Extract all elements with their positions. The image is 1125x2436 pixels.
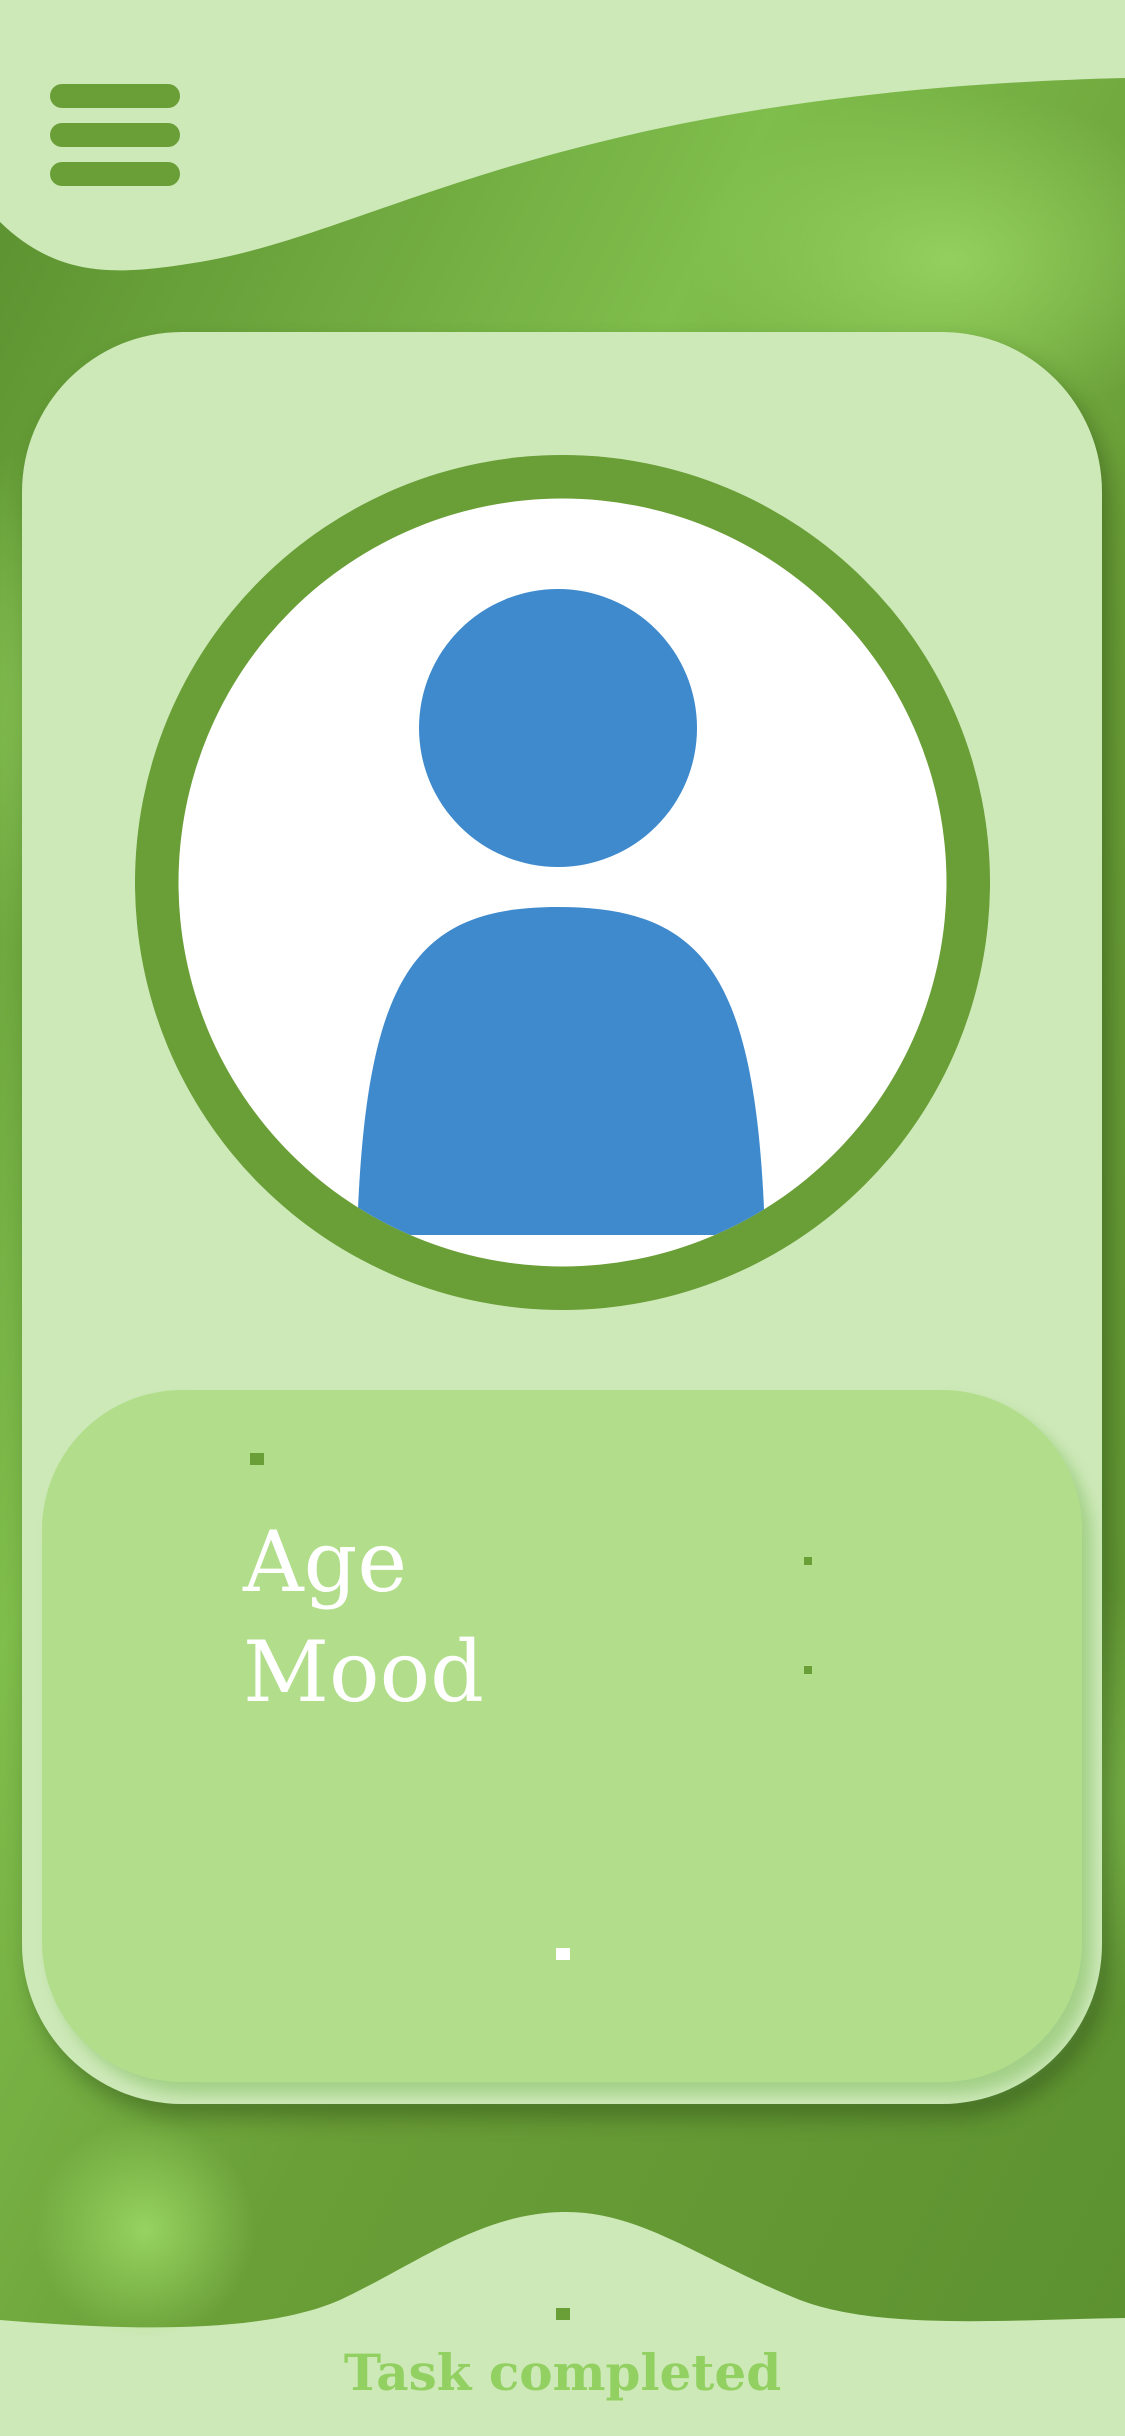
hamburger-menu-icon	[50, 84, 180, 108]
age-value	[804, 1557, 812, 1565]
user-avatar-icon	[135, 455, 990, 1310]
hamburger-menu-icon	[50, 162, 180, 186]
info-panel	[42, 1390, 1082, 2082]
mood-label: Mood	[243, 1623, 484, 1721]
decorative-dot	[250, 1453, 264, 1465]
menu-button[interactable]	[50, 80, 180, 190]
hamburger-menu-icon	[50, 123, 180, 147]
decorative-dot	[556, 2308, 570, 2320]
status-text: Task completed	[343, 2343, 782, 2402]
mood-value	[804, 1666, 812, 1674]
age-label: Age	[243, 1513, 408, 1611]
decorative-dot	[556, 1948, 570, 1960]
